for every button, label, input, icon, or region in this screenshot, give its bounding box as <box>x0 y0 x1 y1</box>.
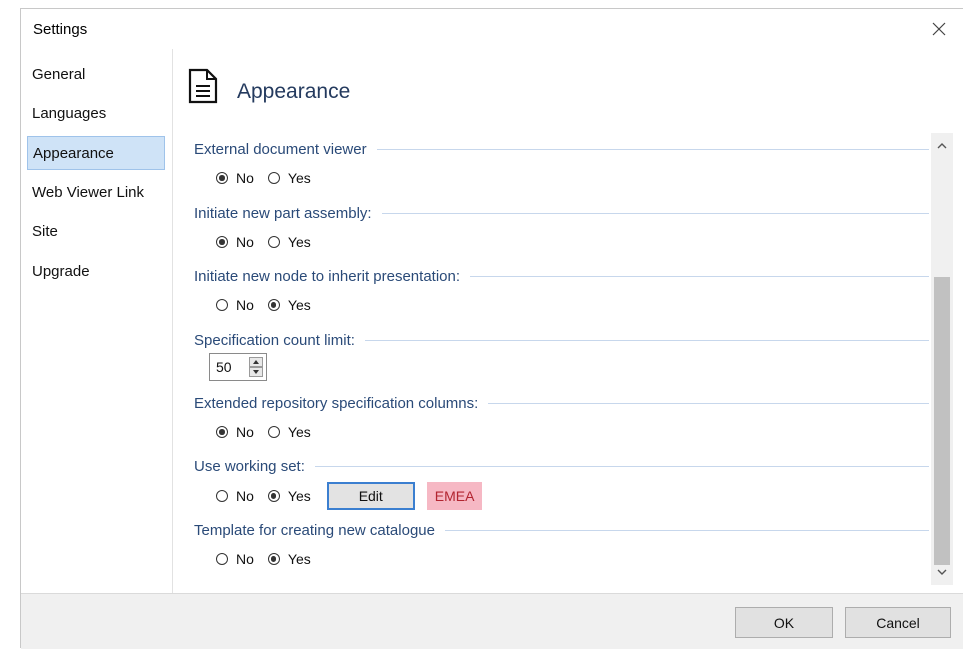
working-set-badge: EMEA <box>426 482 483 510</box>
dialog-footer: OK Cancel <box>21 593 963 649</box>
sidebar-item-appearance[interactable]: Appearance <box>27 136 165 170</box>
document-icon <box>188 68 218 104</box>
radio-yes[interactable]: Yes <box>267 488 311 504</box>
setting-spec-count-limit: Specification count limit: 50 <box>194 329 929 393</box>
divider <box>314 465 929 467</box>
radio-no[interactable]: No <box>216 551 254 567</box>
radio-no[interactable]: No <box>216 234 254 250</box>
setting-label: Initiate new part assembly: <box>194 204 372 222</box>
increment-button[interactable] <box>249 357 263 367</box>
radio-no[interactable]: No <box>216 297 254 313</box>
radio-unchecked-icon <box>267 426 280 438</box>
radio-yes[interactable]: Yes <box>267 297 311 313</box>
setting-catalogue-template: Template for creating new catalogue No Y… <box>194 519 929 583</box>
close-button[interactable] <box>925 15 953 43</box>
page-title: Appearance <box>237 80 351 103</box>
radio-yes[interactable]: Yes <box>267 424 311 440</box>
vertical-scrollbar[interactable] <box>931 133 953 585</box>
radio-yes[interactable]: Yes <box>267 234 311 250</box>
settings-dialog: Settings General Languages Appearance We… <box>20 8 963 649</box>
radio-no[interactable]: No <box>216 170 254 186</box>
setting-extended-columns: Extended repository specification column… <box>194 392 929 456</box>
setting-label: Extended repository specification column… <box>194 394 479 412</box>
ok-button[interactable]: OK <box>735 607 833 638</box>
sidebar-item-languages[interactable]: Languages <box>27 97 165 131</box>
radio-unchecked-icon <box>216 490 228 502</box>
radio-checked-icon <box>216 172 228 184</box>
setting-label: Template for creating new catalogue <box>194 521 435 539</box>
edit-working-set-button[interactable]: Edit <box>326 482 415 510</box>
sidebar-item-web-viewer-link[interactable]: Web Viewer Link <box>27 176 165 210</box>
cancel-button[interactable]: Cancel <box>845 607 951 638</box>
setting-label: Initiate new node to inherit presentatio… <box>194 267 461 285</box>
radio-no[interactable]: No <box>216 424 254 440</box>
settings-sidebar: General Languages Appearance Web Viewer … <box>21 49 173 593</box>
scroll-thumb[interactable] <box>934 277 950 565</box>
divider <box>364 339 929 341</box>
divider <box>470 275 929 277</box>
sidebar-item-site[interactable]: Site <box>27 215 165 249</box>
setting-label: Specification count limit: <box>194 331 355 349</box>
divider <box>488 402 929 404</box>
radio-unchecked-icon <box>267 172 280 184</box>
sidebar-item-general[interactable]: General <box>27 58 165 92</box>
close-icon <box>932 22 946 36</box>
radio-checked-icon <box>216 426 228 438</box>
divider <box>444 529 929 531</box>
scroll-up-button[interactable] <box>936 139 948 153</box>
arrow-up-icon <box>253 360 259 364</box>
radio-unchecked-icon <box>216 299 228 311</box>
radio-checked-icon <box>267 299 280 311</box>
radio-checked-icon <box>216 236 228 248</box>
chevron-up-icon <box>937 143 947 149</box>
setting-inherit-presentation: Initiate new node to inherit presentatio… <box>194 265 929 329</box>
window-title: Settings <box>33 21 88 38</box>
setting-working-set: Use working set: No Yes Edit EMEA <box>194 455 929 519</box>
settings-scroll-area: External document viewer No Yes Initiate… <box>174 133 934 585</box>
decrement-button[interactable] <box>249 367 263 377</box>
arrow-down-icon <box>253 370 259 374</box>
radio-yes[interactable]: Yes <box>267 551 311 567</box>
setting-part-assembly: Initiate new part assembly: No Yes <box>194 202 929 266</box>
spec-count-stepper[interactable]: 50 <box>209 353 267 381</box>
title-bar: Settings <box>21 9 963 49</box>
stepper-value[interactable]: 50 <box>216 359 232 375</box>
divider <box>376 148 929 150</box>
setting-label: Use working set: <box>194 457 305 475</box>
sidebar-item-upgrade[interactable]: Upgrade <box>27 255 165 289</box>
scroll-down-button[interactable] <box>936 565 948 579</box>
setting-label: External document viewer <box>194 140 367 158</box>
divider <box>381 212 929 214</box>
radio-checked-icon <box>267 553 280 565</box>
radio-unchecked-icon <box>216 553 228 565</box>
radio-yes[interactable]: Yes <box>267 170 311 186</box>
settings-content: Appearance External document viewer No Y… <box>174 49 963 593</box>
radio-no[interactable]: No <box>216 488 254 504</box>
chevron-down-icon <box>937 569 947 575</box>
radio-checked-icon <box>267 490 280 502</box>
radio-unchecked-icon <box>267 236 280 248</box>
setting-external-viewer: External document viewer No Yes <box>194 138 929 202</box>
